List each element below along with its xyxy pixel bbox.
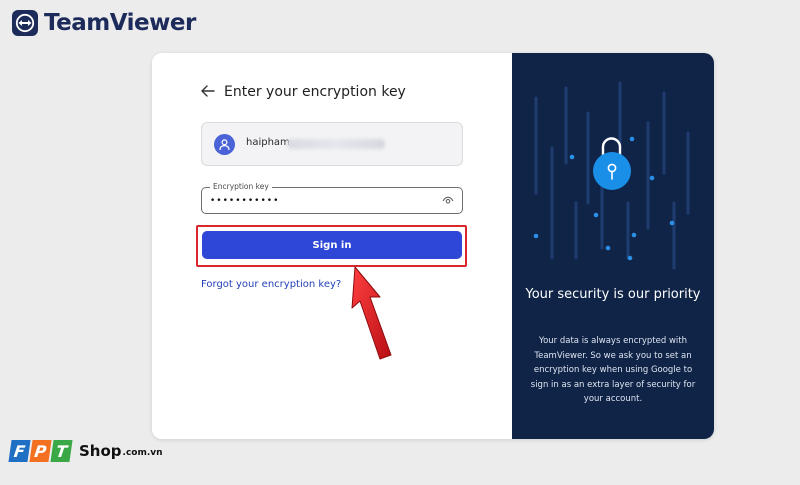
fpt-shop-text: Shop: [79, 442, 122, 460]
fpt-logo-letter: T: [50, 440, 73, 462]
fpt-logo-letter: P: [29, 440, 52, 462]
encryption-key-label: Encryption key: [210, 181, 272, 192]
teamviewer-logo-text: TeamViewer: [44, 10, 196, 36]
security-description: Your data is always encrypted with TeamV…: [530, 336, 696, 404]
teamviewer-logo-icon: [12, 10, 38, 36]
signin-card: Enter your encryption key haipham Encryp…: [152, 53, 714, 439]
signin-panel: Enter your encryption key haipham Encryp…: [152, 53, 512, 439]
pointer-arrow-icon: [351, 266, 392, 360]
security-info-panel: Your security is our priority Your data …: [512, 53, 714, 439]
back-arrow-icon[interactable]: [200, 83, 216, 99]
encryption-key-field: Encryption key: [201, 181, 463, 214]
email-redaction: [287, 139, 385, 149]
security-heading: Your security is our priority: [525, 287, 701, 302]
signin-button[interactable]: Sign in: [202, 231, 462, 259]
show-password-eye-icon[interactable]: [442, 196, 454, 206]
fpt-domain-text: .com.vn: [122, 448, 163, 458]
forgot-key-link[interactable]: Forgot your encryption key?: [201, 279, 341, 290]
account-card: haipham: [201, 122, 463, 166]
encryption-key-input[interactable]: [210, 195, 430, 207]
fpt-shop-watermark: F P T Shop .com.vn: [8, 440, 163, 462]
account-email: haipham: [246, 137, 290, 148]
fpt-logo-letter: F: [8, 440, 31, 462]
user-avatar-icon: [214, 134, 235, 155]
page-title: Enter your encryption key: [224, 84, 406, 100]
teamviewer-logo: TeamViewer: [12, 10, 196, 36]
